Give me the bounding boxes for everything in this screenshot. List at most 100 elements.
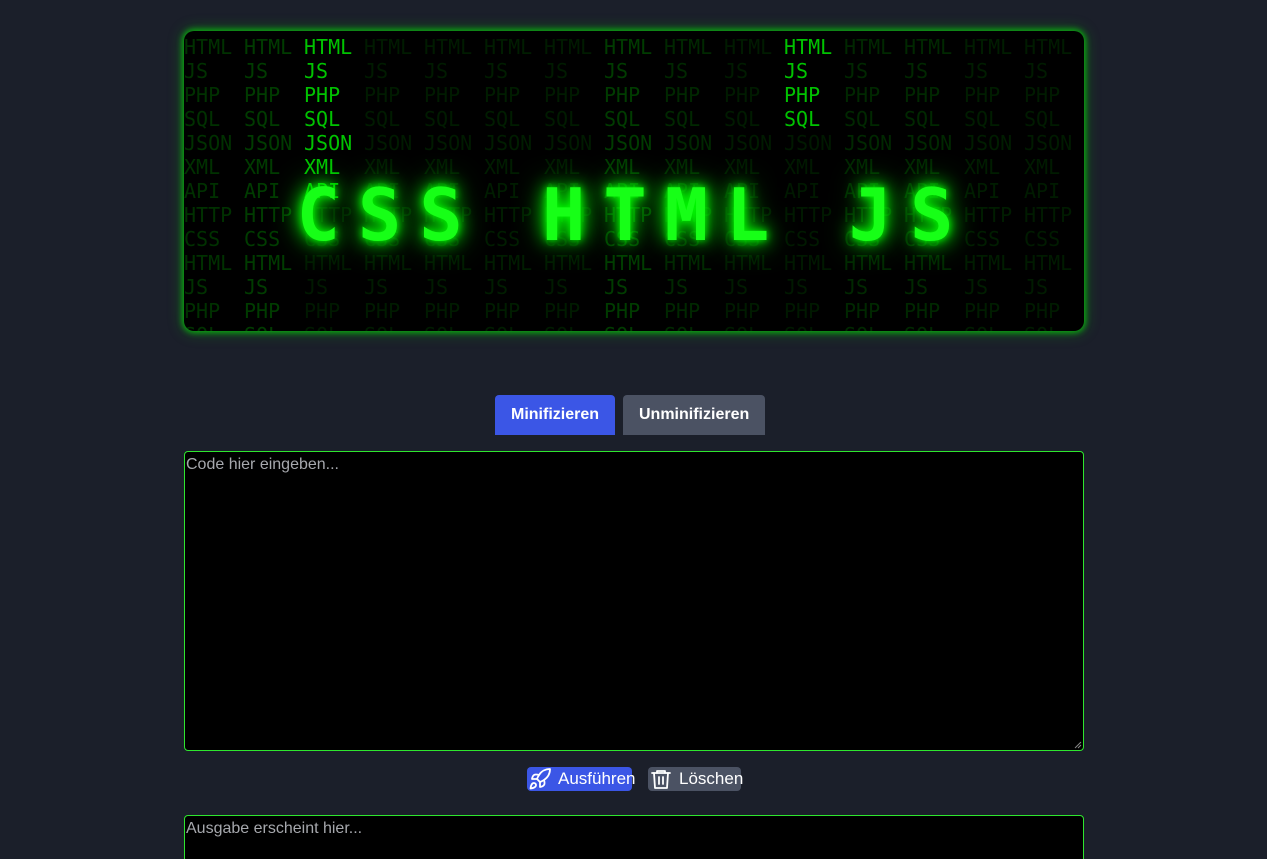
matrix-word: HTML <box>604 35 653 59</box>
resize-grip-icon[interactable] <box>1074 741 1082 749</box>
matrix-word: SQL <box>424 323 472 331</box>
code-output-placeholder: Ausgabe erscheint hier... <box>186 820 363 837</box>
matrix-word: JS <box>784 59 809 83</box>
matrix-word: SQL <box>184 323 232 331</box>
matrix-word: HTML <box>904 35 953 59</box>
matrix-word: JS <box>424 275 449 299</box>
matrix-word: HTML <box>964 35 1013 59</box>
matrix-word: PHP <box>844 299 881 323</box>
matrix-word: SQL <box>544 107 581 131</box>
matrix-word: SQL <box>244 323 292 331</box>
matrix-word: SQL <box>364 323 412 331</box>
matrix-word: SQL <box>1024 323 1072 331</box>
matrix-word: JSON <box>904 131 953 155</box>
matrix-word: PHP <box>964 83 1001 107</box>
matrix-word: JSON <box>724 131 773 155</box>
trash-icon <box>651 770 671 789</box>
matrix-word: JS <box>664 275 689 299</box>
matrix-word: SQL <box>904 323 952 331</box>
matrix-word: HTML <box>544 35 593 59</box>
matrix-word: JSON <box>304 131 353 155</box>
matrix-word: HTML <box>844 35 893 59</box>
matrix-word: JS <box>904 275 929 299</box>
matrix-word: PHP <box>1024 83 1061 107</box>
matrix-word: SQL <box>964 323 1012 331</box>
matrix-word: JS <box>364 59 389 83</box>
matrix-word: HTML <box>364 35 413 59</box>
matrix-word: PHP <box>604 299 641 323</box>
matrix-word: PHP <box>244 299 281 323</box>
matrix-word: PHP <box>484 83 521 107</box>
code-input-textarea[interactable]: Code hier eingeben... <box>184 451 1084 751</box>
matrix-word: PHP <box>544 83 581 107</box>
matrix-word: SQL <box>784 107 821 131</box>
matrix-word: JSON <box>544 131 593 155</box>
matrix-word: JS <box>964 275 989 299</box>
rocket-icon <box>529 768 551 790</box>
matrix-word: HTML <box>1024 35 1073 59</box>
matrix-word: JS <box>784 275 809 299</box>
matrix-word: SQL <box>544 323 592 331</box>
tab-minify[interactable]: Minifizieren <box>495 395 615 435</box>
matrix-word: JS <box>604 59 629 83</box>
matrix-word: PHP <box>724 299 761 323</box>
matrix-word: SQL <box>604 323 652 331</box>
matrix-word: JS <box>544 275 569 299</box>
matrix-word: SQL <box>184 107 221 131</box>
matrix-word: JS <box>244 275 269 299</box>
matrix-word: PHP <box>424 299 461 323</box>
matrix-word: SQL <box>484 107 521 131</box>
matrix-word: JS <box>184 275 209 299</box>
matrix-word: PHP <box>784 299 821 323</box>
matrix-word: JSON <box>664 131 713 155</box>
matrix-word: HTML <box>244 35 293 59</box>
matrix-word: SQL <box>664 323 712 331</box>
matrix-word: PHP <box>844 83 881 107</box>
matrix-word: JS <box>664 59 689 83</box>
matrix-word: JS <box>724 59 749 83</box>
matrix-word: JSON <box>604 131 653 155</box>
matrix-word: PHP <box>544 299 581 323</box>
matrix-word: JSON <box>964 131 1013 155</box>
mode-tabs: Minifizieren Unminifizieren <box>495 395 765 435</box>
matrix-word: JSON <box>424 131 473 155</box>
matrix-word: SQL <box>364 107 401 131</box>
tab-unminify[interactable]: Unminifizieren <box>623 395 765 435</box>
matrix-word: HTML <box>484 35 533 59</box>
matrix-word: SQL <box>844 107 881 131</box>
matrix-word: PHP <box>1024 299 1061 323</box>
matrix-word: JS <box>484 275 509 299</box>
matrix-word: JSON <box>1024 131 1073 155</box>
matrix-word: SQL <box>1024 107 1061 131</box>
matrix-word: SQL <box>244 107 281 131</box>
page: HTMLJSPHPSQLJSONXMLAPIHTTPCSSHTMLJSPHPSQ… <box>0 0 1267 859</box>
matrix-word: HTML <box>304 35 353 59</box>
run-button-label: Ausführen <box>558 769 636 788</box>
clear-button-label: Löschen <box>679 769 744 788</box>
matrix-word: PHP <box>964 299 1001 323</box>
matrix-word: SQL <box>724 107 761 131</box>
matrix-word: JS <box>484 59 509 83</box>
matrix-word: HTML <box>784 35 833 59</box>
matrix-word: SQL <box>784 323 832 331</box>
matrix-word: JS <box>184 59 209 83</box>
matrix-word: SQL <box>424 107 461 131</box>
matrix-word: JSON <box>484 131 533 155</box>
matrix-word: HTML <box>724 35 773 59</box>
matrix-word: PHP <box>604 83 641 107</box>
matrix-word: HTML <box>424 35 473 59</box>
matrix-word: PHP <box>364 299 401 323</box>
matrix-word: PHP <box>364 83 401 107</box>
matrix-word: PHP <box>904 83 941 107</box>
matrix-word: PHP <box>784 83 821 107</box>
clear-button[interactable]: Löschen <box>648 767 744 791</box>
matrix-word: JS <box>304 275 329 299</box>
matrix-word: JSON <box>784 131 833 155</box>
matrix-word: SQL <box>964 107 1001 131</box>
matrix-word: JS <box>844 59 869 83</box>
matrix-word: JS <box>544 59 569 83</box>
code-output-textarea[interactable]: Ausgabe erscheint hier... <box>184 815 1084 859</box>
matrix-word: SQL <box>664 107 701 131</box>
banner-title: CSS HTML JS <box>296 173 972 257</box>
run-button[interactable]: Ausführen <box>527 767 636 791</box>
